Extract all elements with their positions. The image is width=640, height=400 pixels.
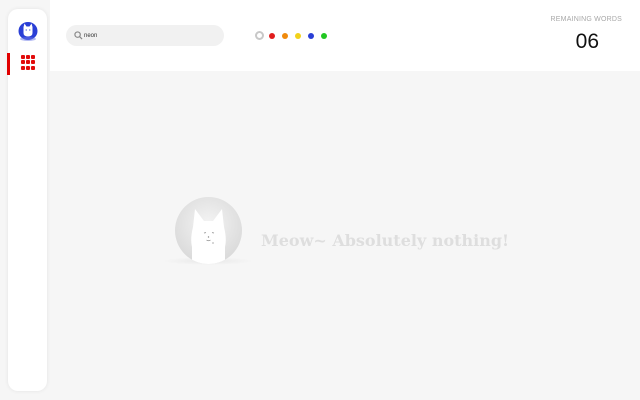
top-bar: REMAINING WORDS 06	[50, 0, 640, 71]
word-grid-icon[interactable]	[21, 55, 36, 70]
color-filter-orange[interactable]	[282, 32, 288, 39]
cat-logo-icon[interactable]	[18, 19, 38, 41]
empty-state: Meow~ Absolutely nothing!	[162, 195, 542, 269]
search-icon	[74, 31, 83, 40]
color-filter-red[interactable]	[269, 32, 275, 39]
color-filter-all[interactable]	[255, 31, 264, 40]
remaining-words-label: REMAINING WORDS	[550, 16, 622, 23]
color-filter-yellow[interactable]	[295, 32, 301, 39]
empty-state-message: Meow~ Absolutely nothing!	[261, 231, 510, 250]
cat-illustration-icon	[191, 209, 226, 264]
color-filter-green[interactable]	[321, 32, 327, 39]
active-nav-indicator	[7, 53, 10, 75]
search-box[interactable]	[66, 25, 224, 46]
sidebar	[7, 9, 47, 391]
remaining-words-count: 06	[575, 30, 599, 53]
color-filter-bar	[255, 31, 334, 40]
search-input[interactable]	[84, 28, 214, 43]
color-filter-blue[interactable]	[308, 32, 314, 39]
